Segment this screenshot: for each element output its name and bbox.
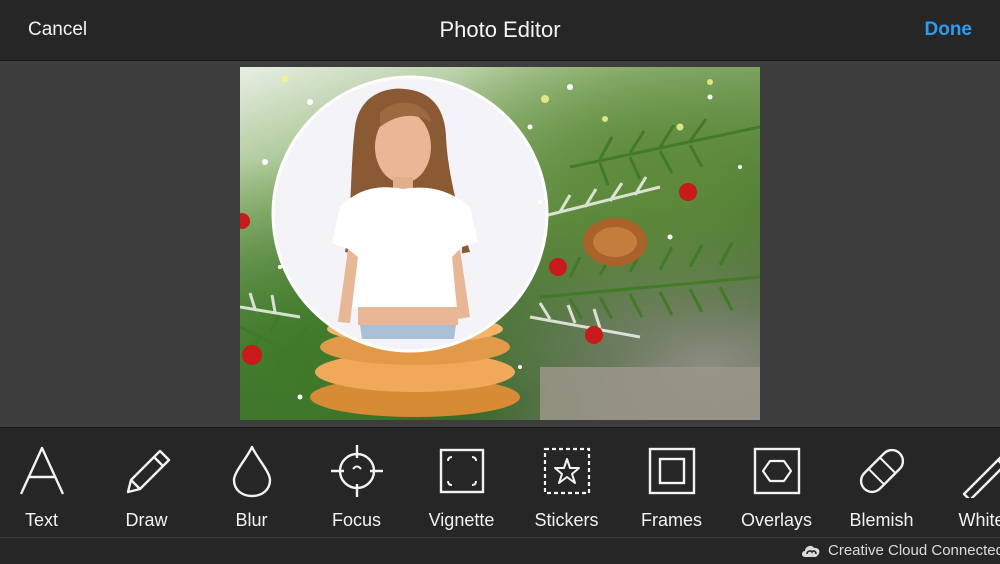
- tool-label: Text: [0, 510, 94, 531]
- cc-status: Creative Cloud Connected: [800, 541, 992, 561]
- tool-strip: Text Draw Blur Focus Vignette St: [0, 427, 1000, 538]
- tool-label: Focus: [304, 510, 409, 531]
- tool-focus[interactable]: Focus: [304, 428, 409, 538]
- star-sticker-icon: [540, 444, 594, 498]
- status-bar: Creative Cloud Connected: [0, 537, 1000, 564]
- frame-icon: [645, 444, 699, 498]
- vignette-icon: [435, 444, 489, 498]
- tool-text[interactable]: Text: [0, 428, 94, 538]
- tool-label: Frames: [619, 510, 724, 531]
- canvas-area: [0, 61, 1000, 427]
- tool-overlays[interactable]: Overlays: [724, 428, 829, 538]
- tool-label: Draw: [94, 510, 199, 531]
- tool-stickers[interactable]: Stickers: [514, 428, 619, 538]
- top-bar: Cancel Photo Editor Done: [0, 0, 1000, 61]
- tool-blemish[interactable]: Blemish: [829, 428, 934, 538]
- text-icon: [15, 444, 69, 498]
- tool-vignette[interactable]: Vignette: [409, 428, 514, 538]
- bandage-icon: [855, 444, 909, 498]
- tool-label: Vignette: [409, 510, 514, 531]
- pencil-icon: [120, 444, 174, 498]
- tool-label: Stickers: [514, 510, 619, 531]
- tool-label: Overlays: [724, 510, 829, 531]
- page-title: Photo Editor: [0, 17, 1000, 43]
- tool-label: Blemish: [829, 510, 934, 531]
- tool-label: Blur: [199, 510, 304, 531]
- droplet-icon: [225, 444, 279, 498]
- status-text: Creative Cloud Connected: [828, 542, 1000, 559]
- tool-frames[interactable]: Frames: [619, 428, 724, 538]
- tool-label: Whiten: [934, 510, 1000, 531]
- wand-icon: [960, 444, 1000, 498]
- done-button[interactable]: Done: [925, 19, 973, 41]
- photo-image: [240, 67, 760, 420]
- tool-draw[interactable]: Draw: [94, 428, 199, 538]
- tool-whiten[interactable]: Whiten: [934, 428, 1000, 538]
- photo-canvas[interactable]: [240, 67, 760, 420]
- crosshair-icon: [330, 444, 384, 498]
- creative-cloud-icon: [800, 542, 822, 560]
- hexagon-icon: [750, 444, 804, 498]
- tool-blur[interactable]: Blur: [199, 428, 304, 538]
